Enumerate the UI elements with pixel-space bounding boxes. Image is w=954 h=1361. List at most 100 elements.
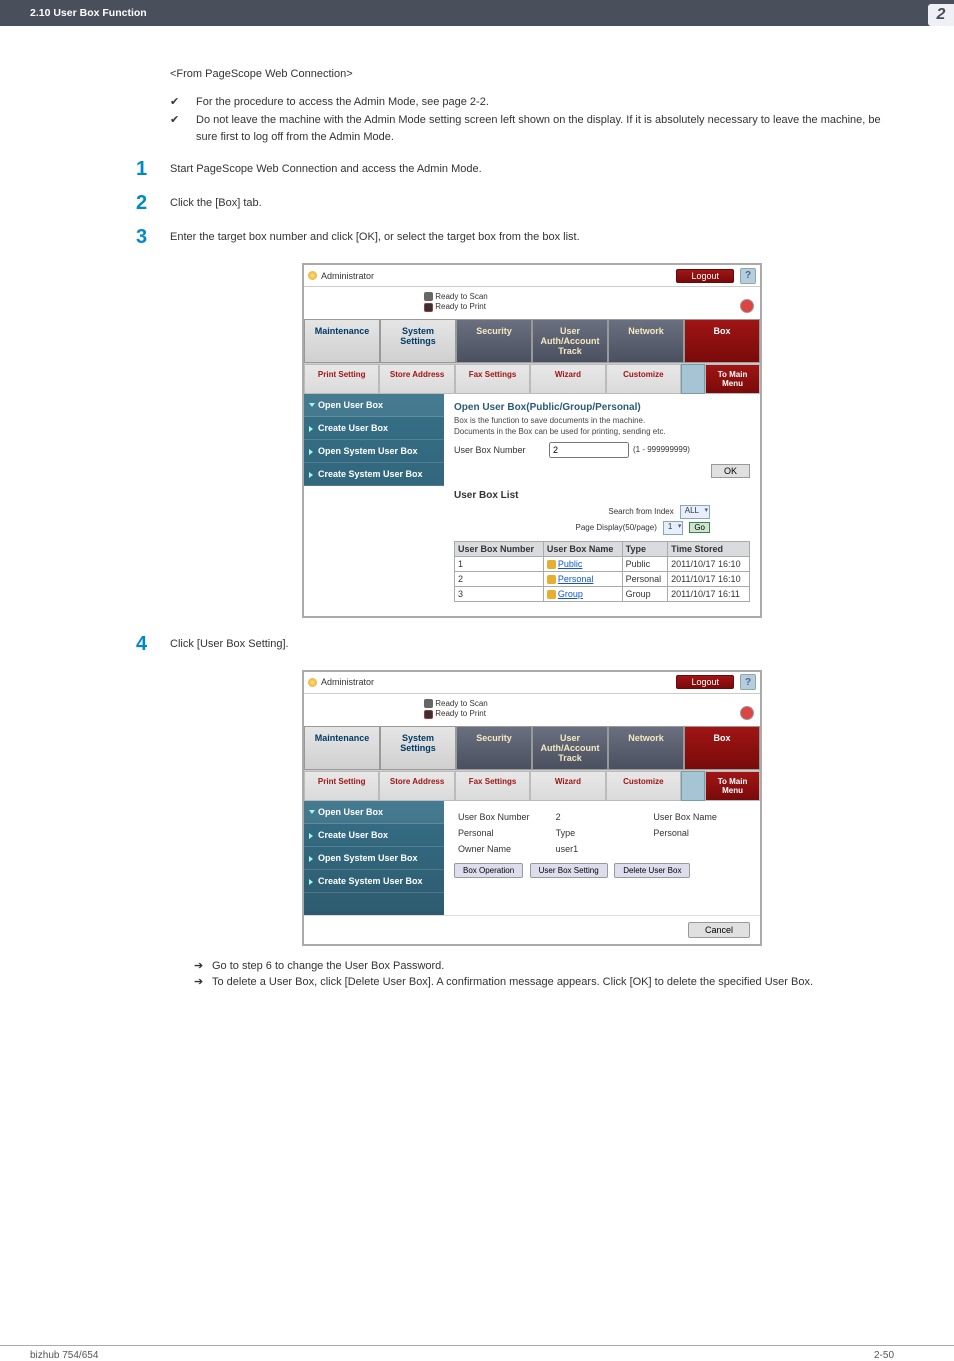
printer-icon bbox=[424, 303, 433, 312]
ready-print: Ready to Print bbox=[435, 709, 486, 718]
subtab-to-main[interactable]: To Main Menu bbox=[705, 771, 760, 801]
detail-label: User Box Number bbox=[454, 809, 552, 825]
page-display-select[interactable]: 1 bbox=[663, 521, 683, 535]
panel-desc: Documents in the Box can be used for pri… bbox=[454, 427, 750, 436]
scanner-icon bbox=[424, 292, 433, 301]
subtab-print-setting[interactable]: Print Setting bbox=[304, 364, 379, 394]
refresh-icon[interactable] bbox=[740, 299, 754, 313]
checklist: ✔For the procedure to access the Admin M… bbox=[170, 94, 894, 146]
tab-system-settings[interactable]: System Settings bbox=[380, 319, 456, 363]
tab-maintenance[interactable]: Maintenance bbox=[304, 726, 380, 770]
check-mark: ✔ bbox=[170, 94, 196, 111]
subtab-store-address[interactable]: Store Address bbox=[379, 364, 454, 394]
step-number: 2 bbox=[136, 192, 170, 215]
ready-print: Ready to Print bbox=[435, 302, 486, 311]
sub-bullet-text: To delete a User Box, click [Delete User… bbox=[212, 974, 813, 991]
section-header-bar: 2.10 User Box Function 2 bbox=[0, 0, 954, 26]
cancel-button[interactable]: Cancel bbox=[688, 922, 750, 938]
user-box-number-input[interactable] bbox=[549, 442, 629, 458]
sidebar-item-open-system-user-box[interactable]: Open System User Box bbox=[304, 440, 444, 463]
ok-button[interactable]: OK bbox=[711, 464, 750, 478]
tab-user-auth[interactable]: User Auth/Account Track bbox=[532, 319, 608, 363]
subtab-wizard[interactable]: Wizard bbox=[530, 771, 605, 801]
help-icon[interactable]: ? bbox=[740, 268, 756, 284]
grid-icon[interactable] bbox=[681, 364, 705, 394]
step-number: 3 bbox=[136, 226, 170, 249]
sidebar-item-create-system-user-box[interactable]: Create System User Box bbox=[304, 463, 444, 486]
lock-icon bbox=[547, 590, 556, 599]
check-text: For the procedure to access the Admin Mo… bbox=[196, 94, 489, 111]
tab-network[interactable]: Network bbox=[608, 726, 684, 770]
sub-bullet-text: Go to step 6 to change the User Box Pass… bbox=[212, 958, 444, 975]
logout-button[interactable]: Logout bbox=[676, 675, 734, 689]
box-operation-button[interactable]: Box Operation bbox=[454, 863, 523, 878]
sidebar-item-create-user-box[interactable]: Create User Box bbox=[304, 417, 444, 440]
col-type: Type bbox=[622, 541, 668, 556]
detail-value: Personal bbox=[649, 825, 747, 841]
user-box-table: User Box Number User Box Name Type Time … bbox=[454, 541, 750, 602]
tab-maintenance[interactable]: Maintenance bbox=[304, 319, 380, 363]
tab-box[interactable]: Box bbox=[684, 319, 760, 363]
tab-system-settings[interactable]: System Settings bbox=[380, 726, 456, 770]
sidebar-item-open-user-box[interactable]: Open User Box bbox=[304, 801, 444, 824]
search-index-select[interactable]: ALL bbox=[680, 505, 710, 519]
sidebar-item-open-user-box[interactable]: Open User Box bbox=[304, 394, 444, 417]
subtab-fax-settings[interactable]: Fax Settings bbox=[455, 364, 530, 394]
col-time-stored: Time Stored bbox=[668, 541, 750, 556]
figure-user-box-setting: Administrator Logout ? Ready to Scan Rea… bbox=[170, 670, 894, 946]
admin-label: Administrator bbox=[321, 271, 374, 281]
tab-box[interactable]: Box bbox=[684, 726, 760, 770]
logout-button[interactable]: Logout bbox=[676, 269, 734, 283]
tab-security[interactable]: Security bbox=[456, 726, 532, 770]
subtab-print-setting[interactable]: Print Setting bbox=[304, 771, 379, 801]
table-row: 2 Personal Personal 2011/10/17 16:10 bbox=[455, 572, 750, 587]
figure-open-user-box: Administrator Logout ? Ready to Scan Rea… bbox=[170, 263, 894, 618]
range-hint: (1 - 999999999) bbox=[633, 445, 690, 454]
subtab-customize[interactable]: Customize bbox=[606, 771, 681, 801]
tab-user-auth[interactable]: User Auth/Account Track bbox=[532, 726, 608, 770]
tab-security[interactable]: Security bbox=[456, 319, 532, 363]
detail-label: Owner Name bbox=[454, 841, 552, 857]
ready-scan: Ready to Scan bbox=[435, 699, 487, 708]
delete-user-box-button[interactable]: Delete User Box bbox=[614, 863, 690, 878]
step-text: Start PageScope Web Connection and acces… bbox=[170, 161, 482, 181]
subtab-store-address[interactable]: Store Address bbox=[379, 771, 454, 801]
grid-icon[interactable] bbox=[681, 771, 705, 801]
tab-network[interactable]: Network bbox=[608, 319, 684, 363]
go-button[interactable]: Go bbox=[689, 522, 710, 533]
subtab-to-main[interactable]: To Main Menu bbox=[705, 364, 760, 394]
footer-model: bizhub 754/654 bbox=[30, 1350, 874, 1361]
lock-icon bbox=[547, 575, 556, 584]
detail-value: user1 bbox=[552, 841, 650, 857]
col-user-box-number: User Box Number bbox=[455, 541, 544, 556]
box-link-group[interactable]: Group bbox=[558, 589, 583, 599]
detail-label: User Box Name bbox=[649, 809, 747, 825]
help-icon[interactable]: ? bbox=[740, 674, 756, 690]
page-display-label: Page Display(50/page) bbox=[575, 523, 656, 532]
table-row: 3 Group Group 2011/10/17 16:11 bbox=[455, 587, 750, 602]
panel-desc: Box is the function to save documents in… bbox=[454, 416, 750, 425]
subtab-wizard[interactable]: Wizard bbox=[530, 364, 605, 394]
detail-label: Type bbox=[552, 825, 650, 841]
sidebar-filler bbox=[304, 486, 444, 616]
user-box-setting-button[interactable]: User Box Setting bbox=[530, 863, 608, 878]
subtab-fax-settings[interactable]: Fax Settings bbox=[455, 771, 530, 801]
refresh-icon[interactable] bbox=[740, 706, 754, 720]
step-text: Click the [Box] tab. bbox=[170, 195, 262, 215]
lock-icon bbox=[547, 560, 556, 569]
subtab-customize[interactable]: Customize bbox=[606, 364, 681, 394]
box-link-public[interactable]: Public bbox=[558, 559, 583, 569]
user-box-list-title: User Box List bbox=[454, 490, 750, 501]
sidebar-item-create-system-user-box[interactable]: Create System User Box bbox=[304, 870, 444, 893]
ready-scan: Ready to Scan bbox=[435, 292, 487, 301]
step-text: Click [User Box Setting]. bbox=[170, 636, 289, 656]
detail-value: Personal bbox=[454, 825, 552, 841]
sidebar-item-create-user-box[interactable]: Create User Box bbox=[304, 824, 444, 847]
arrow-icon: ➔ bbox=[194, 974, 212, 991]
box-link-personal[interactable]: Personal bbox=[558, 574, 594, 584]
admin-icon bbox=[308, 271, 317, 280]
section-title: 2.10 User Box Function bbox=[0, 7, 147, 19]
sidebar-item-open-system-user-box[interactable]: Open System User Box bbox=[304, 847, 444, 870]
intro-lead: <From PageScope Web Connection> bbox=[170, 66, 894, 84]
step-number: 4 bbox=[136, 633, 170, 656]
